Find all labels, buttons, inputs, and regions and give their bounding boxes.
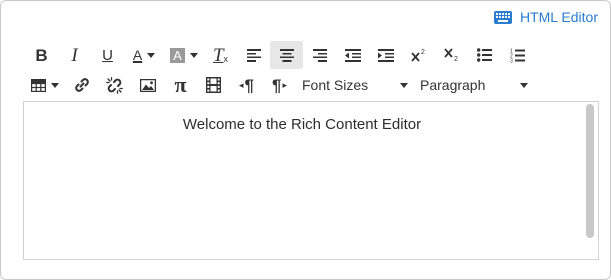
numbered-list-icon: 123 (510, 48, 525, 63)
clear-formatting-button[interactable]: Tx (204, 41, 237, 69)
outdent-icon (344, 48, 361, 62)
svg-text:2: 2 (454, 56, 458, 62)
align-left-icon (246, 48, 261, 62)
insert-image-button[interactable] (131, 71, 164, 99)
italic-button[interactable]: I (58, 41, 91, 69)
underline-icon: U (102, 46, 113, 64)
toolbar-row-1: B I U A A Tx 2 2 1 2 3 (25, 40, 585, 70)
html-editor-toggle[interactable]: HTML Editor (493, 7, 598, 27)
text-color-button[interactable]: A (124, 41, 164, 69)
svg-text:2: 2 (421, 49, 425, 56)
rich-content-editor: HTML Editor B I U A A Tx 2 2 1 2 3 π ◂ ¶… (0, 0, 611, 280)
toolbar-row-2: π ◂ ¶ ¶ ▸ Font Sizes Paragraph (25, 70, 585, 100)
insert-math-button[interactable]: π (164, 71, 197, 99)
editor-toolbar: B I U A A Tx 2 2 1 2 3 π ◂ ¶ ¶ ▸ Font Si… (25, 40, 585, 100)
indent-icon (377, 48, 394, 62)
paragraph-format-label: Paragraph (420, 77, 486, 93)
unlink-icon (106, 76, 123, 94)
film-icon (206, 77, 221, 93)
bold-icon: B (35, 45, 48, 65)
font-sizes-label: Font Sizes (302, 77, 369, 93)
editor-scrollbar[interactable] (586, 104, 594, 238)
editor-content-text[interactable]: Welcome to the Rich Content Editor (24, 116, 580, 133)
superscript-icon: 2 (410, 49, 425, 62)
font-sizes-dropdown[interactable]: Font Sizes (298, 71, 414, 99)
table-button[interactable] (25, 71, 65, 99)
chevron-down-icon (51, 82, 59, 88)
link-icon (74, 78, 89, 92)
insert-link-button[interactable] (65, 71, 98, 99)
align-right-button[interactable] (303, 41, 336, 69)
chevron-down-icon (147, 52, 156, 58)
rtl-direction-button[interactable]: ◂ ¶ (230, 71, 263, 99)
svg-text:3: 3 (510, 58, 513, 63)
keyboard-icon (493, 10, 512, 24)
insert-media-button[interactable] (197, 71, 230, 99)
ltr-paragraph-icon: ¶ (272, 75, 282, 95)
superscript-button[interactable]: 2 (402, 41, 435, 69)
rtl-paragraph-icon: ¶ (244, 75, 254, 95)
outdent-button[interactable] (336, 41, 369, 69)
background-color-icon: A (170, 47, 185, 63)
bullet-list-icon (477, 48, 492, 62)
bold-button[interactable]: B (25, 41, 58, 69)
clear-formatting-icon: T (212, 44, 224, 66)
remove-link-button[interactable] (98, 71, 131, 99)
ltr-direction-button[interactable]: ¶ ▸ (263, 71, 296, 99)
image-icon (139, 78, 156, 92)
italic-icon: I (71, 44, 78, 66)
subscript-button[interactable]: 2 (435, 41, 468, 69)
numbered-list-button[interactable]: 123 (501, 41, 534, 69)
pi-icon: π (174, 72, 187, 97)
bulleted-list-button[interactable] (468, 41, 501, 69)
indent-button[interactable] (369, 41, 402, 69)
html-editor-label: HTML Editor (519, 9, 598, 25)
align-center-icon (279, 48, 294, 62)
chevron-down-icon (520, 82, 528, 88)
chevron-down-icon (189, 52, 198, 58)
underline-button[interactable]: U (91, 41, 124, 69)
align-right-icon (312, 48, 327, 62)
chevron-down-icon (400, 82, 408, 88)
background-color-button[interactable]: A (164, 41, 204, 69)
align-center-button[interactable] (270, 41, 303, 69)
align-left-button[interactable] (237, 41, 270, 69)
text-color-icon: A (132, 47, 143, 63)
content-editable-area[interactable]: Welcome to the Rich Content Editor (23, 101, 599, 260)
paragraph-format-dropdown[interactable]: Paragraph (416, 71, 534, 99)
table-icon (31, 78, 46, 92)
subscript-icon: 2 (443, 48, 458, 62)
